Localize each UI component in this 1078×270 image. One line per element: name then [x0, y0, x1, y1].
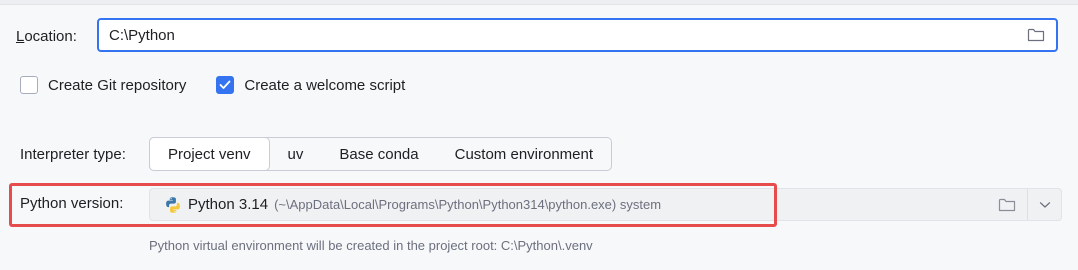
location-field[interactable]	[97, 18, 1058, 52]
welcome-script-label[interactable]: Create a welcome script	[244, 77, 405, 94]
git-repo-checkbox[interactable]	[20, 76, 38, 94]
interpreter-option-project-venv[interactable]: Project venv	[149, 137, 270, 171]
python-version-path: (~\AppData\Local\Programs\Python\Python3…	[274, 197, 662, 212]
interpreter-type-label: Interpreter type:	[20, 146, 126, 163]
folder-icon[interactable]	[995, 193, 1019, 217]
location-input[interactable]	[99, 19, 1024, 51]
checkbox-row: Create Git repository Create a welcome s…	[20, 76, 425, 94]
venv-hint: Python virtual environment will be creat…	[149, 238, 593, 253]
check-icon	[219, 80, 231, 89]
interpreter-option-base-conda[interactable]: Base conda	[321, 138, 436, 170]
top-border	[0, 0, 1078, 5]
python-version-name: Python 3.14	[188, 196, 269, 213]
interpreter-option-uv[interactable]: uv	[270, 138, 322, 170]
location-label: Location:	[16, 28, 77, 45]
chevron-down-icon[interactable]	[1028, 189, 1061, 220]
folder-icon[interactable]	[1024, 23, 1048, 47]
git-repo-label[interactable]: Create Git repository	[48, 77, 186, 94]
python-version-label: Python version:	[20, 195, 124, 212]
python-version-combo[interactable]: Python 3.14 (~\AppData\Local\Programs\Py…	[149, 188, 1062, 221]
python-icon	[164, 196, 182, 214]
welcome-script-checkbox[interactable]	[216, 76, 235, 94]
interpreter-option-custom-environment[interactable]: Custom environment	[437, 138, 611, 170]
interpreter-type-selector: Project venv uv Base conda Custom enviro…	[149, 137, 613, 171]
location-label-text: ocation:	[24, 28, 77, 45]
location-label-mnemonic: L	[16, 28, 25, 45]
